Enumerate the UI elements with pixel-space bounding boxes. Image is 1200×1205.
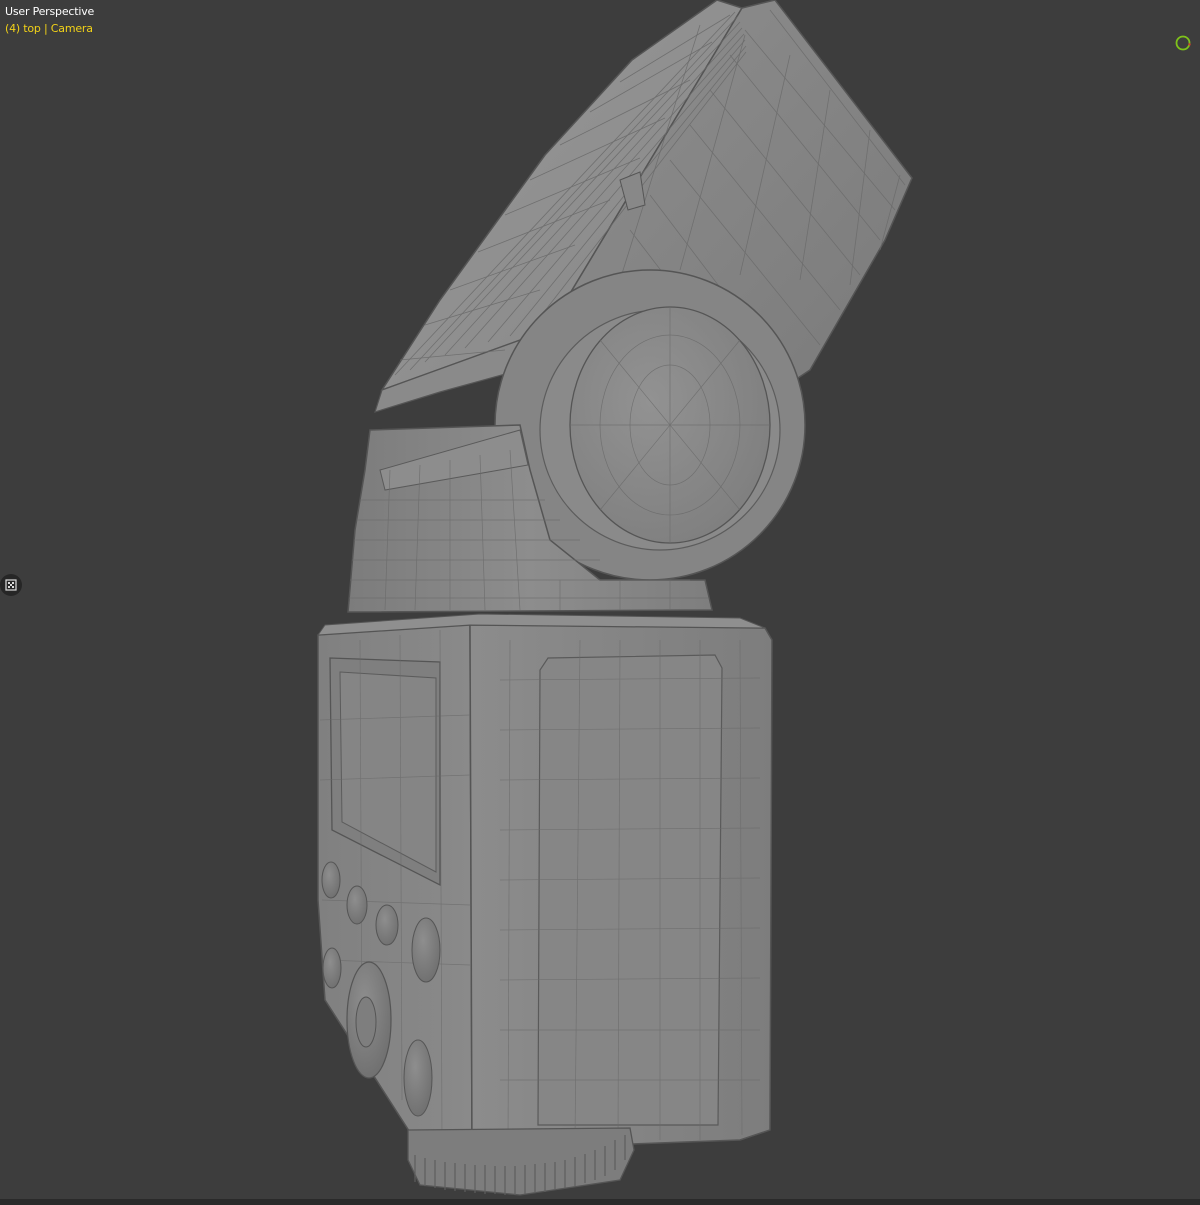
navigation-gizmo-icon[interactable]: [1175, 35, 1191, 51]
scene-canvas[interactable]: [0, 0, 1200, 1200]
flash-body: [316, 613, 773, 1196]
mounting-foot: [407, 1127, 635, 1196]
view-name-label: User Perspective: [5, 5, 95, 18]
viewport-bottom-border: [0, 1199, 1200, 1205]
3d-viewport[interactable]: User Perspective (4) top | Camera: [0, 0, 1200, 1205]
object-info-label: (4) top | Camera: [5, 22, 93, 35]
sidebar-toggle-icon[interactable]: [0, 574, 22, 596]
